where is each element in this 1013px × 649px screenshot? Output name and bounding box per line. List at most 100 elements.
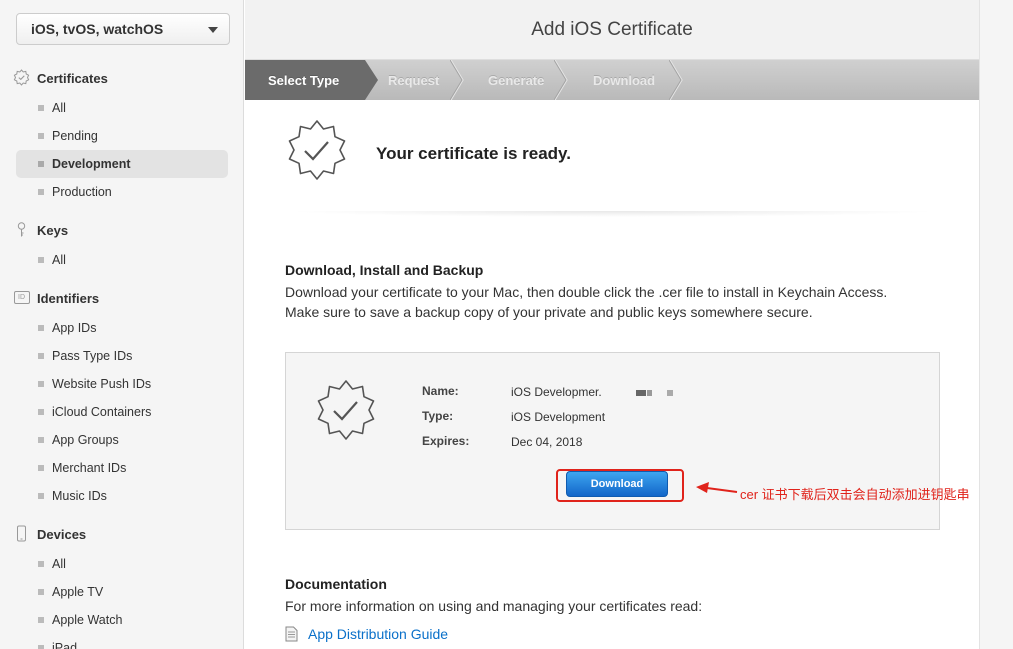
cert-expires-label: Expires: <box>422 434 470 448</box>
sidebar-item-label: Apple TV <box>52 585 104 599</box>
redaction-mark <box>647 390 652 396</box>
bullet-icon <box>38 381 44 387</box>
main-content: Add iOS Certificate Select Type Request … <box>245 0 979 649</box>
sidebar-item-certificates-development[interactable]: Development <box>16 150 228 178</box>
section-header-keys[interactable]: Keys <box>0 218 244 242</box>
step-progress-bar: Select Type Request Generate Download <box>245 60 979 100</box>
step-separator-icon <box>669 60 683 100</box>
download-section-title: Download, Install and Backup <box>285 262 484 278</box>
section-header-identifiers[interactable]: ID Identifiers <box>0 286 244 310</box>
sidebar-item-label: Pass Type IDs <box>52 349 133 363</box>
sidebar-item-label: Apple Watch <box>52 613 123 627</box>
sidebar-item-label: App IDs <box>52 321 97 335</box>
sidebar-item-label: App Groups <box>52 433 119 447</box>
step-label: Generate <box>488 72 545 88</box>
certificate-card: Name: iOS Developmer. Type: iOS Developm… <box>285 352 940 530</box>
step-label: Request <box>388 72 440 88</box>
certificate-badge-icon <box>314 378 378 447</box>
step-separator-icon <box>450 60 464 100</box>
step-label: Download <box>593 72 656 88</box>
sidebar-item-certificates-all[interactable]: All <box>0 94 244 122</box>
bullet-icon <box>38 325 44 331</box>
certificate-badge-icon <box>285 118 349 187</box>
sidebar-item-label: All <box>52 101 66 115</box>
step-select-type: Select Type <box>245 60 365 100</box>
bullet-icon <box>38 189 44 195</box>
sidebar-item-label: iPad <box>52 641 78 649</box>
download-section-text: Download your certificate to your Mac, t… <box>285 284 888 320</box>
sidebar-item-apple-tv[interactable]: Apple TV <box>0 578 244 606</box>
sidebar-item-music-ids[interactable]: Music IDs <box>0 482 244 510</box>
bullet-icon <box>38 257 44 263</box>
sidebar-item-certificates-production[interactable]: Production <box>0 178 244 206</box>
step-request: Request <box>388 60 439 100</box>
sidebar-item-apple-watch[interactable]: Apple Watch <box>0 606 244 634</box>
sidebar: iOS, tvOS, watchOS Certificates All Pend… <box>0 0 244 649</box>
cert-expires-value: Dec 04, 2018 <box>511 435 583 449</box>
certificate-badge-icon <box>13 69 30 86</box>
step-separator-icon <box>554 60 568 100</box>
documentation-title: Documentation <box>285 576 387 592</box>
sidebar-item-label: Production <box>52 185 112 199</box>
sidebar-item-label: Development <box>52 157 131 171</box>
ready-message: Your certificate is ready. <box>376 144 571 163</box>
bullet-icon <box>38 589 44 595</box>
step-generate: Generate <box>488 60 544 100</box>
bullet-icon <box>38 353 44 359</box>
redaction-mark <box>636 390 646 396</box>
page-title-bar: Add iOS Certificate <box>245 0 979 60</box>
chevron-down-icon <box>208 27 218 33</box>
bullet-icon <box>38 645 44 649</box>
sidebar-item-app-ids[interactable]: App IDs <box>0 314 244 342</box>
bullet-icon <box>38 409 44 415</box>
section-title-devices: Devices <box>37 526 87 542</box>
section-title-keys: Keys <box>37 222 69 238</box>
sidebar-item-app-groups[interactable]: App Groups <box>0 426 244 454</box>
id-card-icon-text: ID <box>13 291 30 304</box>
annotation-arrow-icon <box>696 482 738 493</box>
sidebar-item-certificates-pending[interactable]: Pending <box>0 122 244 150</box>
id-card-icon: ID <box>13 289 30 306</box>
link-label: App Distribution Guide <box>308 626 449 642</box>
cert-type-label: Type: <box>422 409 454 423</box>
sidebar-item-label: iCloud Containers <box>52 405 152 419</box>
bullet-icon <box>38 617 44 623</box>
devices-section: Devices All Apple TV Apple Watch iPad <box>0 522 244 649</box>
divider <box>285 211 940 217</box>
cert-type-value: iOS Development <box>511 410 606 424</box>
certificates-section: Certificates All Pending Development Pro… <box>0 66 244 206</box>
sidebar-item-label: Music IDs <box>52 489 107 503</box>
bullet-icon <box>38 493 44 499</box>
download-button[interactable]: Download <box>566 471 668 497</box>
bullet-icon <box>38 105 44 111</box>
section-header-devices[interactable]: Devices <box>0 522 244 546</box>
sidebar-item-label: Website Push IDs <box>52 377 152 391</box>
sidebar-item-label: Merchant IDs <box>52 461 127 475</box>
bullet-icon <box>38 133 44 139</box>
document-icon <box>285 626 298 642</box>
sidebar-item-devices-all[interactable]: All <box>0 550 244 578</box>
sidebar-item-website-push-ids[interactable]: Website Push IDs <box>0 370 244 398</box>
sidebar-item-keys-all[interactable]: All <box>0 246 244 274</box>
sidebar-item-label: All <box>52 557 66 571</box>
annotation-note: cer 证书下载后双击会自动添加进钥匙串 <box>740 487 970 502</box>
platform-select-value: iOS, tvOS, watchOS <box>31 21 164 37</box>
sidebar-item-pass-type-ids[interactable]: Pass Type IDs <box>0 342 244 370</box>
sidebar-item-merchant-ids[interactable]: Merchant IDs <box>0 454 244 482</box>
sidebar-item-icloud-containers[interactable]: iCloud Containers <box>0 398 244 426</box>
app-distribution-guide-link[interactable]: App Distribution Guide <box>285 626 448 642</box>
section-title-certificates: Certificates <box>37 70 108 86</box>
step-separator-icon <box>365 60 378 100</box>
sidebar-item-label: All <box>52 253 66 267</box>
section-header-certificates[interactable]: Certificates <box>0 66 244 90</box>
documentation-text: For more information on using and managi… <box>285 598 703 614</box>
sidebar-item-ipad[interactable]: iPad <box>0 634 244 649</box>
bullet-icon <box>38 465 44 471</box>
redaction-mark <box>667 390 673 396</box>
platform-select[interactable]: iOS, tvOS, watchOS <box>16 13 230 45</box>
page-title: Add iOS Certificate <box>531 18 693 40</box>
right-gutter <box>979 0 1013 649</box>
bullet-icon <box>38 561 44 567</box>
device-phone-icon <box>13 525 30 542</box>
bullet-icon <box>38 161 44 167</box>
